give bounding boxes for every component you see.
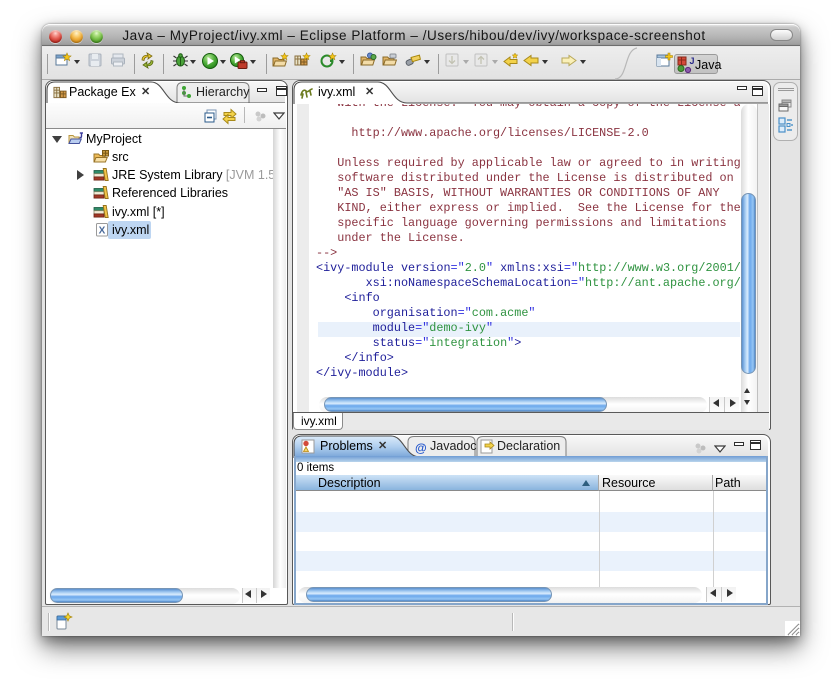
svg-text:X: X — [99, 226, 106, 237]
svg-text:J: J — [690, 56, 695, 66]
